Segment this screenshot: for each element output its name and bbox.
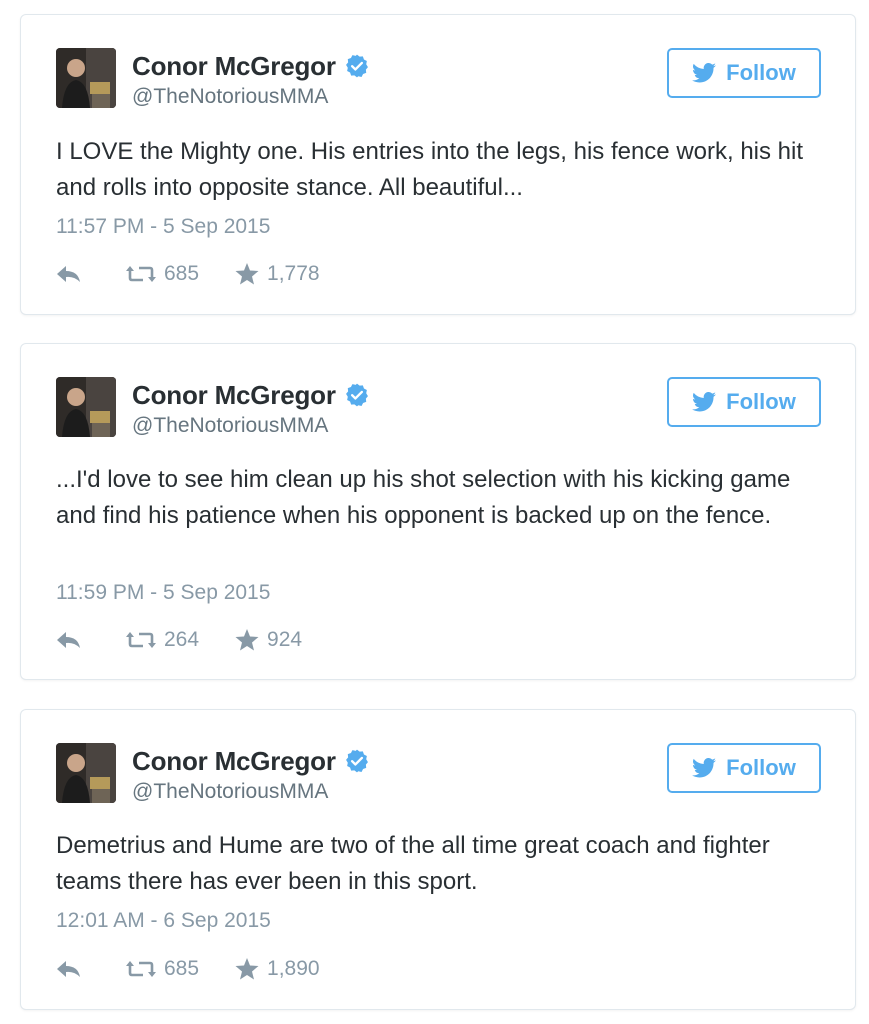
retweet-icon[interactable] — [126, 630, 156, 650]
star-icon[interactable] — [235, 629, 259, 651]
retweet-icon[interactable] — [126, 959, 156, 979]
tweet-card: Conor McGregor @TheNotoriousMMA Follow .… — [20, 343, 856, 680]
twitter-bird-icon — [692, 758, 717, 778]
like-count: 1,890 — [267, 957, 320, 980]
twitter-bird-icon — [692, 63, 717, 83]
tweet-timestamp[interactable]: 11:59 PM - 5 Sep 2015 — [56, 581, 270, 605]
tweet-card: Conor McGregor @TheNotoriousMMA Follow D… — [20, 709, 856, 1010]
avatar[interactable] — [56, 48, 116, 108]
follow-label: Follow — [726, 60, 796, 85]
verified-badge-icon — [344, 748, 370, 774]
like-count: 1,778 — [267, 262, 320, 285]
tweet-actions: 264 924 — [56, 625, 302, 655]
author-handle[interactable]: @TheNotoriousMMA — [132, 414, 328, 438]
retweet-count: 685 — [164, 957, 200, 980]
tweet-text: ...I'd love to see him clean up his shot… — [56, 466, 791, 529]
tweet-timestamp[interactable]: 12:01 AM - 6 Sep 2015 — [56, 909, 271, 933]
tweet-text: Demetrius and Hume are two of the all ti… — [56, 832, 770, 895]
author-name[interactable]: Conor McGregor — [132, 746, 336, 777]
avatar[interactable] — [56, 377, 116, 437]
reply-icon[interactable] — [56, 630, 82, 650]
author-handle[interactable]: @TheNotoriousMMA — [132, 85, 328, 109]
author-handle[interactable]: @TheNotoriousMMA — [132, 780, 328, 804]
star-icon[interactable] — [235, 958, 259, 980]
follow-label: Follow — [726, 755, 796, 780]
verified-badge-icon — [344, 382, 370, 408]
like-count: 924 — [267, 628, 303, 651]
follow-label: Follow — [726, 389, 796, 414]
follow-button[interactable]: Follow — [667, 48, 821, 98]
follow-button[interactable]: Follow — [667, 377, 821, 427]
twitter-bird-icon — [692, 392, 717, 412]
tweet-text: I LOVE the Mighty one. His entries into … — [56, 138, 804, 201]
author-name[interactable]: Conor McGregor — [132, 51, 336, 82]
follow-button[interactable]: Follow — [667, 743, 821, 793]
reply-icon[interactable] — [56, 264, 82, 284]
tweet-card: Conor McGregor @TheNotoriousMMA Follow I… — [20, 14, 856, 315]
avatar[interactable] — [56, 743, 116, 803]
verified-badge-icon — [344, 53, 370, 79]
reply-icon[interactable] — [56, 959, 82, 979]
tweet-timestamp[interactable]: 11:57 PM - 5 Sep 2015 — [56, 215, 270, 239]
retweet-count: 685 — [164, 262, 200, 285]
tweet-actions: 685 1,890 — [56, 954, 320, 984]
author-name[interactable]: Conor McGregor — [132, 380, 336, 411]
tweet-actions: 685 1,778 — [56, 259, 320, 289]
retweet-count: 264 — [164, 628, 200, 651]
retweet-icon[interactable] — [126, 264, 156, 284]
star-icon[interactable] — [235, 263, 259, 285]
